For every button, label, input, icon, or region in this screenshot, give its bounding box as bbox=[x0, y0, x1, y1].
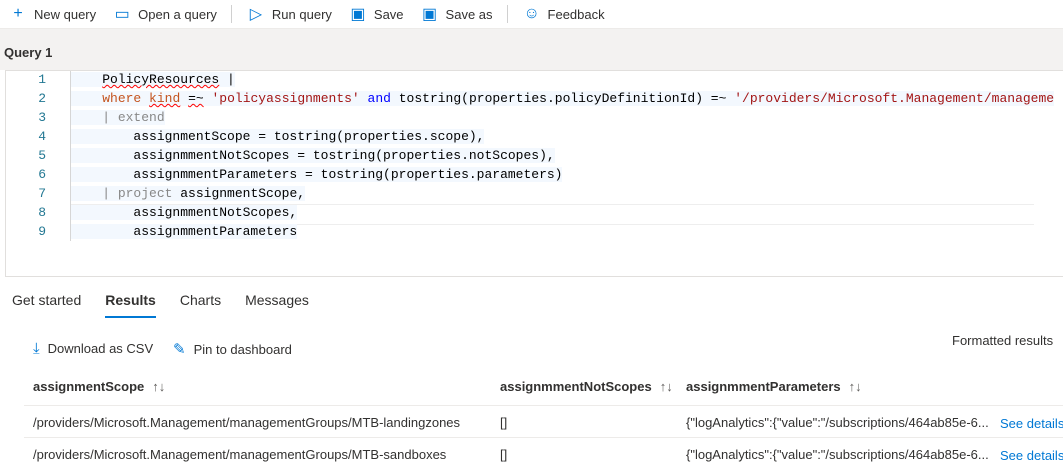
sort-icon[interactable]: ↑↓ bbox=[152, 379, 165, 394]
formatted-results-toggle-label[interactable]: Formatted results bbox=[952, 333, 1053, 348]
pin-to-dashboard-button[interactable]: ✎ Pin to dashboard bbox=[173, 340, 292, 358]
code-line: | extend bbox=[71, 110, 165, 125]
save-button[interactable]: ▣ Save bbox=[350, 4, 403, 24]
divider bbox=[230, 5, 232, 23]
plus-icon: + bbox=[13, 5, 23, 22]
code-token: =~ bbox=[188, 91, 204, 106]
tab-query-1[interactable]: Query 1 bbox=[4, 45, 52, 60]
code-token: kind bbox=[149, 91, 181, 106]
cell-not-scopes: [] bbox=[500, 415, 508, 430]
line-number: 4 bbox=[38, 129, 46, 144]
download-csv-button[interactable]: ⤓ Download as CSV bbox=[33, 340, 153, 357]
see-details-link[interactable]: See details bbox=[1000, 448, 1063, 463]
cell-parameters: {"logAnalytics":{"value":"/subscriptions… bbox=[686, 415, 989, 430]
table-row: /providers/Microsoft.Management/manageme… bbox=[24, 437, 1063, 469]
code-token: | project bbox=[102, 186, 173, 201]
save-as-button[interactable]: ▣ Save as bbox=[422, 4, 493, 24]
line-number: 5 bbox=[38, 148, 46, 163]
code-token: where bbox=[102, 91, 142, 106]
results-tabs: Get started Results Charts Messages bbox=[12, 292, 309, 318]
code-token: 'policyassignments' bbox=[211, 91, 360, 106]
play-icon: ▷ bbox=[249, 6, 263, 23]
line-number: 3 bbox=[38, 110, 46, 125]
line-number: 2 bbox=[38, 91, 46, 106]
line-number: 9 bbox=[38, 224, 46, 239]
tab-results[interactable]: Results bbox=[105, 292, 156, 318]
column-header-assignmmentNotScopes[interactable]: assignmmentNotScopes ↑↓ bbox=[500, 379, 673, 394]
tab-messages[interactable]: Messages bbox=[245, 292, 309, 318]
line-number: 6 bbox=[38, 167, 46, 182]
new-query-button[interactable]: + New query bbox=[10, 5, 96, 23]
line-number: 1 bbox=[38, 72, 46, 87]
cell-not-scopes: [] bbox=[500, 447, 508, 462]
code-line: assignmentScope = tostring(properties.sc… bbox=[71, 129, 485, 144]
divider bbox=[506, 5, 508, 23]
code-line: PolicyResources | bbox=[71, 72, 235, 87]
column-header-assignmentScope[interactable]: assignmentScope ↑↓ bbox=[33, 379, 165, 394]
line-number: 7 bbox=[38, 186, 46, 201]
save-icon: ▣ bbox=[350, 6, 366, 23]
query-editor[interactable]: 1 PolicyResources | 2 where kind =~ 'poli… bbox=[5, 70, 1063, 277]
code-token: PolicyResources bbox=[102, 72, 220, 87]
line-number: 8 bbox=[38, 205, 46, 220]
code-token: assignmentScope, bbox=[172, 186, 306, 201]
feedback-button[interactable]: ☺ Feedback bbox=[524, 5, 605, 23]
code-line: assignmmentNotScopes = tostring(properti… bbox=[71, 148, 555, 163]
code-line: where kind =~ 'policyassignments' and to… bbox=[71, 91, 1055, 106]
code-token: '/providers/Microsoft.Management/managem… bbox=[734, 91, 1055, 106]
code-token: | bbox=[219, 72, 235, 87]
code-line: assignmmentParameters = tostring(propert… bbox=[71, 167, 563, 182]
folder-icon: ▭ bbox=[114, 6, 130, 23]
code-token: and bbox=[367, 91, 391, 106]
feedback-icon: ☺ bbox=[523, 5, 540, 22]
cell-scope: /providers/Microsoft.Management/manageme… bbox=[33, 415, 461, 430]
code-token: assignmmentParameters = tostring(propert… bbox=[71, 167, 563, 182]
code-token: | extend bbox=[102, 110, 165, 125]
run-query-button[interactable]: ▷ Run query bbox=[248, 4, 332, 24]
table-row: /providers/Microsoft.Management/manageme… bbox=[24, 405, 1063, 437]
query-tab-bar: Query 1 bbox=[0, 29, 1063, 70]
code-line: | project assignmentScope, bbox=[71, 186, 306, 201]
code-token: tostring(properties.policyDefinitionId) … bbox=[390, 91, 735, 106]
cell-scope: /providers/Microsoft.Management/manageme… bbox=[33, 447, 447, 462]
cell-parameters: {"logAnalytics":{"value":"/subscriptions… bbox=[686, 447, 989, 462]
pin-icon: ✎ bbox=[173, 341, 186, 358]
code-token: assignmmentNotScopes = tostring(properti… bbox=[71, 148, 555, 163]
save-icon: ▣ bbox=[421, 6, 438, 23]
toolbar: + New query ▭ Open a query ▷ Run query ▣ Sav… bbox=[0, 0, 1063, 29]
download-icon: ⤓ bbox=[33, 340, 40, 357]
tab-get-started[interactable]: Get started bbox=[12, 292, 81, 318]
code-token: assignmmentNotScopes, bbox=[71, 205, 298, 220]
code-line: assignmmentParameters bbox=[71, 224, 298, 239]
code-token: assignmentScope = tostring(properties.sc… bbox=[71, 129, 485, 144]
open-query-button[interactable]: ▭ Open a query bbox=[114, 4, 217, 24]
code-line: assignmmentNotScopes, bbox=[71, 205, 298, 220]
see-details-link[interactable]: See details bbox=[1000, 416, 1063, 431]
sort-icon[interactable]: ↑↓ bbox=[660, 379, 673, 394]
sort-icon[interactable]: ↑↓ bbox=[849, 379, 862, 394]
code-token: assignmmentParameters bbox=[71, 224, 298, 239]
tab-charts[interactable]: Charts bbox=[180, 292, 221, 318]
column-header-assignmmentParameters[interactable]: assignmmentParameters ↑↓ bbox=[686, 379, 862, 394]
